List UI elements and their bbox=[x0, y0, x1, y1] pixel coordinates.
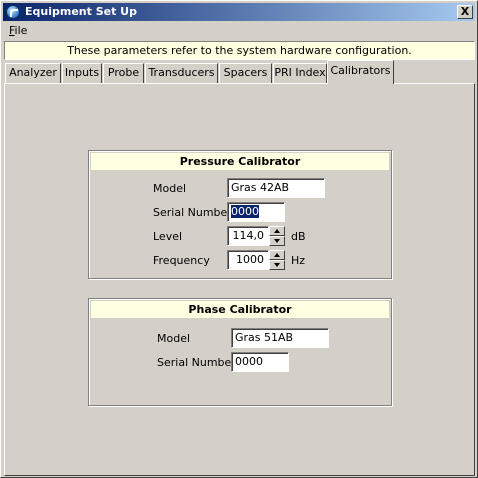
title-bar[interactable]: Equipment Set Up X bbox=[3, 3, 475, 21]
tab-spacers[interactable]: Spacers bbox=[219, 63, 272, 83]
menu-file[interactable]: File bbox=[9, 24, 27, 37]
window-title: Equipment Set Up bbox=[25, 5, 137, 18]
spin-up-icon bbox=[274, 229, 280, 233]
equipment-setup-window: Equipment Set Up X File These parameters… bbox=[0, 0, 478, 478]
tab-probe[interactable]: Probe bbox=[103, 63, 144, 83]
menu-bar: File bbox=[3, 22, 475, 40]
frequency-spin-down-button[interactable] bbox=[269, 260, 285, 270]
phase-model-field[interactable]: Gras 51AB bbox=[231, 328, 329, 348]
spin-up-icon bbox=[274, 253, 280, 257]
pressure-model-field[interactable]: Gras 42AB bbox=[227, 178, 325, 198]
tab-transducers[interactable]: Transducers bbox=[145, 63, 218, 83]
phase-serial-field[interactable]: 0000 bbox=[231, 352, 289, 372]
app-globe-icon bbox=[6, 5, 20, 19]
tab-pri-index[interactable]: PRI Index bbox=[273, 63, 327, 83]
level-spinner bbox=[269, 226, 285, 246]
frequency-spinner bbox=[269, 250, 285, 270]
calibrators-panel: Pressure Calibrator Model Gras 42AB Seri… bbox=[4, 83, 475, 476]
close-button[interactable]: X bbox=[457, 5, 473, 19]
pressure-frequency-field[interactable]: 1000 bbox=[227, 250, 269, 270]
tab-analyzer[interactable]: Analyzer bbox=[5, 63, 61, 83]
spin-down-icon bbox=[274, 239, 280, 243]
phase-model-label: Model bbox=[157, 332, 191, 345]
pressure-calibrator-title: Pressure Calibrator bbox=[91, 153, 389, 170]
pressure-level-field[interactable]: 114,0 bbox=[227, 226, 269, 246]
spin-down-icon bbox=[274, 263, 280, 267]
tab-inputs[interactable]: Inputs bbox=[62, 63, 102, 83]
phase-serial-label: Serial Number bbox=[157, 356, 236, 369]
pressure-frequency-unit: Hz bbox=[291, 254, 306, 267]
pressure-serial-label: Serial Number bbox=[153, 206, 232, 219]
pressure-frequency-label: Frequency bbox=[153, 254, 210, 267]
pressure-model-label: Model bbox=[153, 182, 187, 195]
pressure-calibrator-group: Pressure Calibrator Model Gras 42AB Seri… bbox=[88, 150, 392, 279]
pressure-level-unit: dB bbox=[291, 230, 306, 243]
level-spin-up-button[interactable] bbox=[269, 226, 285, 236]
tab-calibrators[interactable]: Calibrators bbox=[327, 60, 394, 84]
phase-calibrator-group: Phase Calibrator Model Gras 51AB Serial … bbox=[88, 298, 392, 406]
info-banner: These parameters refer to the system har… bbox=[4, 41, 475, 60]
pressure-level-label: Level bbox=[153, 230, 183, 243]
frequency-spin-up-button[interactable] bbox=[269, 250, 285, 260]
pressure-serial-field[interactable]: 0000 bbox=[227, 202, 285, 222]
phase-calibrator-title: Phase Calibrator bbox=[91, 301, 389, 318]
menu-file-label: ile bbox=[14, 24, 28, 37]
level-spin-down-button[interactable] bbox=[269, 236, 285, 246]
pressure-serial-value: 0000 bbox=[231, 205, 259, 218]
close-icon: X bbox=[460, 5, 470, 18]
